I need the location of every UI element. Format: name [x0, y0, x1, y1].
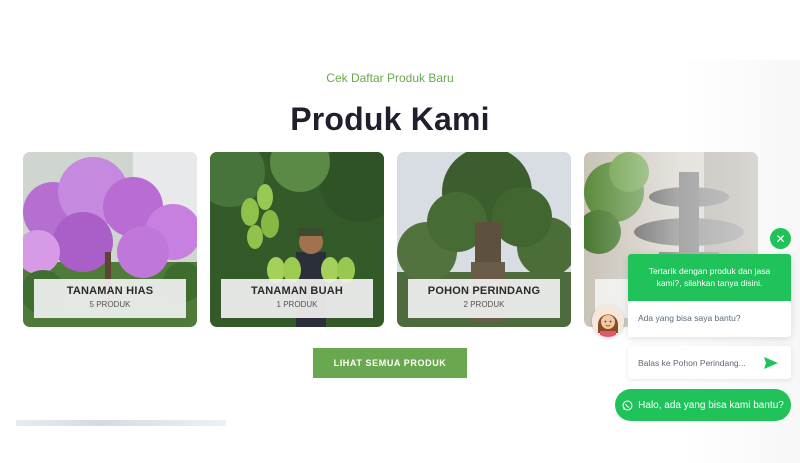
next-section-preview: [16, 420, 226, 426]
chat-greeting: Tertarik dengan produk dan jasa kami?, s…: [628, 254, 791, 301]
category-count: 2 PRODUK: [463, 300, 505, 309]
avatar-icon: [592, 305, 624, 337]
category-label: POHON PERINDANG 2 PRODUK: [408, 279, 560, 318]
chat-popup: Tertarik dengan produk dan jasa kami?, s…: [628, 254, 791, 337]
close-icon[interactable]: ✕: [770, 228, 791, 249]
category-card-pohon-perindang[interactable]: POHON PERINDANG 2 PRODUK: [397, 152, 571, 327]
category-title: TANAMAN BUAH: [250, 285, 344, 297]
category-count: 1 PRODUK: [276, 300, 318, 309]
chat-reply-input[interactable]: [638, 357, 758, 368]
category-title: POHON PERINDANG: [427, 285, 541, 297]
category-label: TANAMAN HIAS 5 PRODUK: [34, 279, 186, 318]
category-label: TANAMAN BUAH 1 PRODUK: [221, 279, 373, 318]
chat-reply-box: [628, 346, 791, 379]
category-card-tanaman-buah[interactable]: TANAMAN BUAH 1 PRODUK: [210, 152, 384, 327]
whatsapp-icon: [622, 400, 633, 410]
category-title: TANAMAN HIAS: [66, 285, 154, 297]
whatsapp-button-label: Halo, ada yang bisa kami bantu?: [638, 399, 784, 411]
whatsapp-chat-button[interactable]: Halo, ada yang bisa kami bantu?: [615, 389, 791, 421]
category-card-tanaman-hias[interactable]: TANAMAN HIAS 5 PRODUK: [23, 152, 197, 327]
view-all-products-button[interactable]: LIHAT SEMUA PRODUK: [313, 348, 467, 378]
category-count: 5 PRODUK: [89, 300, 131, 309]
send-icon[interactable]: [763, 355, 779, 371]
agent-avatar: [592, 305, 624, 337]
chat-question: Ada yang bisa saya bantu?: [638, 313, 741, 323]
